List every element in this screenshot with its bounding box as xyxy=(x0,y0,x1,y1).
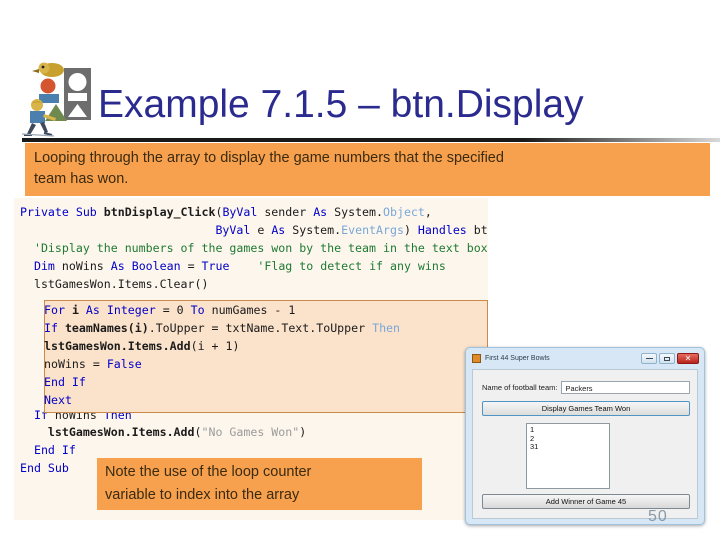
window-client-area: Name of football team: Packers Display G… xyxy=(472,369,698,519)
team-name-label: Name of football team: xyxy=(482,382,558,392)
list-item[interactable]: 1 xyxy=(530,425,606,435)
code-line: Next xyxy=(44,392,72,407)
code-line: 'Display the numbers of the games won by… xyxy=(20,240,488,255)
code-line: lstGamesWon.Items.Add("No Games Won") xyxy=(47,425,307,440)
loop-code-lines: For i As Integer = 0 To numGames - 1 If … xyxy=(44,300,488,413)
slide-canvas: Example 7.1.5 – btn.Display Looping thro… xyxy=(0,0,720,540)
list-item[interactable]: 2 xyxy=(530,434,606,444)
callout-bottom: Note the use of the loop counter variabl… xyxy=(97,458,422,510)
close-button[interactable]: ✕ xyxy=(677,353,699,364)
code-line: ByVal e As System.EventArgs) Handles bt xyxy=(215,222,488,237)
window-title-bar: First 44 Super Bowls ✕ xyxy=(469,351,701,366)
maximize-button[interactable] xyxy=(659,353,675,364)
callout-top-line-2: team has won. xyxy=(34,171,129,187)
page-title: Example 7.1.5 – btn.Display xyxy=(98,83,584,126)
code-line: For i As Integer = 0 To numGames - 1 xyxy=(44,303,296,317)
list-item[interactable]: 31 xyxy=(530,442,606,452)
code-line: noWins = False xyxy=(44,356,142,371)
code-line: lstGamesWon.Items.Clear() xyxy=(20,276,209,291)
title-divider xyxy=(22,138,720,142)
window-title: First 44 Super Bowls xyxy=(485,355,550,362)
team-name-row: Name of football team: Packers xyxy=(482,380,690,394)
page-number: 50 xyxy=(648,508,668,525)
callout-bottom-line-1: Note the use of the loop counter xyxy=(105,464,312,480)
callout-top-line-1: Looping through the array to display the… xyxy=(34,150,504,166)
display-games-button[interactable]: Display Games Team Won xyxy=(482,401,690,416)
games-won-listbox[interactable]: 1 2 31 xyxy=(526,423,610,489)
code-line: If teamNames(i).ToUpper = txtName.Text.T… xyxy=(44,320,401,335)
add-winner-button[interactable]: Add Winner of Game 45 xyxy=(482,494,690,509)
people-and-shapes-clipart xyxy=(21,62,91,137)
callout-bottom-line-2: variable to index into the array xyxy=(105,487,300,503)
app-icon xyxy=(472,354,481,363)
team-name-input[interactable]: Packers xyxy=(561,380,690,394)
close-icon: ✕ xyxy=(684,354,692,363)
code-line: Dim noWins As Boolean = True 'Flag to de… xyxy=(33,258,446,273)
code-line: End If xyxy=(44,374,86,389)
app-window-screenshot: First 44 Super Bowls ✕ Name of football … xyxy=(465,347,705,525)
code-line: lstGamesWon.Items.Add(i + 1) xyxy=(44,338,240,353)
code-line: Private Sub btnDisplay_Click(ByVal sende… xyxy=(20,205,432,219)
callout-top: Looping through the array to display the… xyxy=(25,143,710,196)
minimize-button[interactable] xyxy=(641,353,657,364)
